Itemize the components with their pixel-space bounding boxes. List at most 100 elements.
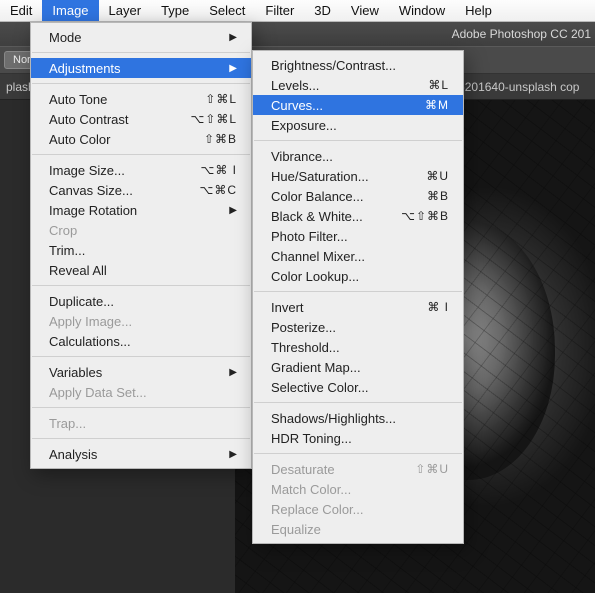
shortcut: ⌥⇧⌘B bbox=[401, 209, 449, 223]
adjust-menu-replace-color: Replace Color... bbox=[253, 499, 463, 519]
image-menu-canvas-size[interactable]: Canvas Size... ⌥⌘C bbox=[31, 180, 251, 200]
menu-item-label: Brightness/Contrast... bbox=[271, 58, 449, 73]
adjust-menu-threshold[interactable]: Threshold... bbox=[253, 337, 463, 357]
menu-item-label: Mode bbox=[49, 30, 207, 45]
chevron-right-icon: ▶ bbox=[229, 63, 237, 74]
shortcut: ⌘M bbox=[425, 98, 449, 112]
image-menu-reveal-all[interactable]: Reveal All bbox=[31, 260, 251, 280]
image-menu-image-size[interactable]: Image Size... ⌥⌘ I bbox=[31, 160, 251, 180]
menu-item-label: Posterize... bbox=[271, 320, 449, 335]
menu-item-label: Selective Color... bbox=[271, 380, 449, 395]
menu-item-label: Crop bbox=[49, 223, 237, 238]
adjust-menu-photo-filter[interactable]: Photo Filter... bbox=[253, 226, 463, 246]
image-menu: Mode ▶ Adjustments ▶ Auto Tone ⇧⌘L Auto Contra… bbox=[30, 22, 252, 469]
shortcut: ⌥⌘C bbox=[200, 183, 238, 197]
shortcut: ⌘ I bbox=[427, 300, 449, 314]
adjust-menu-vibrance[interactable]: Vibrance... bbox=[253, 146, 463, 166]
shortcut: ⌥⇧⌘L bbox=[190, 112, 237, 126]
image-menu-trim[interactable]: Trim... bbox=[31, 240, 251, 260]
image-menu-adjustments[interactable]: Adjustments ▶ bbox=[31, 58, 251, 78]
adjust-menu-curves[interactable]: Curves... ⌘M bbox=[253, 95, 463, 115]
menu-item-label: Calculations... bbox=[49, 334, 237, 349]
menu-item-label: Exposure... bbox=[271, 118, 449, 133]
menu-item-label: Equalize bbox=[271, 522, 449, 537]
menu-item-label: Image Size... bbox=[49, 163, 179, 178]
adjust-menu-shadows-highlights[interactable]: Shadows/Highlights... bbox=[253, 408, 463, 428]
doc-tab-right[interactable]: o-201640-unsplash cop bbox=[454, 80, 579, 94]
image-menu-crop: Crop bbox=[31, 220, 251, 240]
menu-item-label: Apply Image... bbox=[49, 314, 237, 329]
menu-layer[interactable]: Layer bbox=[99, 0, 152, 21]
menu-item-label: Color Balance... bbox=[271, 189, 405, 204]
menu-item-label: Reveal All bbox=[49, 263, 237, 278]
image-menu-duplicate[interactable]: Duplicate... bbox=[31, 291, 251, 311]
adjust-menu-gradient-map[interactable]: Gradient Map... bbox=[253, 357, 463, 377]
menu-view[interactable]: View bbox=[341, 0, 389, 21]
adjust-menu-invert[interactable]: Invert⌘ I bbox=[253, 297, 463, 317]
menu-item-label: Shadows/Highlights... bbox=[271, 411, 449, 426]
chevron-right-icon: ▶ bbox=[229, 32, 237, 43]
menu-item-label: Curves... bbox=[271, 98, 403, 113]
menu-item-label: Trim... bbox=[49, 243, 237, 258]
menu-image[interactable]: Image bbox=[42, 0, 98, 21]
image-menu-variables[interactable]: Variables ▶ bbox=[31, 362, 251, 382]
shortcut: ⌘B bbox=[427, 189, 449, 203]
adjust-menu-equalize: Equalize bbox=[253, 519, 463, 539]
shortcut: ⇧⌘L bbox=[205, 92, 237, 106]
image-menu-auto-tone[interactable]: Auto Tone ⇧⌘L bbox=[31, 89, 251, 109]
image-menu-calculations[interactable]: Calculations... bbox=[31, 331, 251, 351]
menu-item-label: Trap... bbox=[49, 416, 237, 431]
menu-window[interactable]: Window bbox=[389, 0, 455, 21]
menu-item-label: Replace Color... bbox=[271, 502, 449, 517]
menu-item-label: Auto Contrast bbox=[49, 112, 168, 127]
menu-3d[interactable]: 3D bbox=[304, 0, 341, 21]
menu-item-label: Vibrance... bbox=[271, 149, 449, 164]
shortcut: ⇧⌘U bbox=[415, 462, 449, 476]
menu-item-label: Auto Tone bbox=[49, 92, 183, 107]
image-menu-apply-data-set: Apply Data Set... bbox=[31, 382, 251, 402]
app-title: Adobe Photoshop CC 201 bbox=[452, 27, 591, 41]
adjust-menu-match-color: Match Color... bbox=[253, 479, 463, 499]
adjust-menu-channel-mixer[interactable]: Channel Mixer... bbox=[253, 246, 463, 266]
shortcut: ⌘U bbox=[426, 169, 449, 183]
menu-filter[interactable]: Filter bbox=[255, 0, 304, 21]
chevron-right-icon: ▶ bbox=[229, 449, 237, 460]
menu-item-label: Canvas Size... bbox=[49, 183, 178, 198]
adjust-menu-color-lookup[interactable]: Color Lookup... bbox=[253, 266, 463, 286]
shortcut: ⌥⌘ I bbox=[201, 163, 238, 177]
menu-select[interactable]: Select bbox=[199, 0, 255, 21]
adjust-menu-brightness-contrast[interactable]: Brightness/Contrast... bbox=[253, 55, 463, 75]
menu-type[interactable]: Type bbox=[151, 0, 199, 21]
menu-help[interactable]: Help bbox=[455, 0, 502, 21]
adjust-menu-color-balance[interactable]: Color Balance... ⌘B bbox=[253, 186, 463, 206]
menu-item-label: Variables bbox=[49, 365, 207, 380]
adjust-menu-levels[interactable]: Levels...⌘L bbox=[253, 75, 463, 95]
menu-item-label: Match Color... bbox=[271, 482, 449, 497]
menu-item-label: Channel Mixer... bbox=[271, 249, 449, 264]
chevron-right-icon: ▶ bbox=[229, 367, 237, 378]
menu-item-label: Auto Color bbox=[49, 132, 182, 147]
image-menu-apply-image: Apply Image... bbox=[31, 311, 251, 331]
adjust-menu-hdr-toning[interactable]: HDR Toning... bbox=[253, 428, 463, 448]
menu-item-label: Photo Filter... bbox=[271, 229, 449, 244]
adjust-menu-black-white[interactable]: Black & White...⌥⇧⌘B bbox=[253, 206, 463, 226]
image-menu-analysis[interactable]: Analysis ▶ bbox=[31, 444, 251, 464]
adjust-menu-hue-saturation[interactable]: Hue/Saturation...⌘U bbox=[253, 166, 463, 186]
menu-item-label: Analysis bbox=[49, 447, 207, 462]
image-menu-auto-color[interactable]: Auto Color ⇧⌘B bbox=[31, 129, 251, 149]
adjust-menu-desaturate: Desaturate⇧⌘U bbox=[253, 459, 463, 479]
image-menu-image-rotation[interactable]: Image Rotation ▶ bbox=[31, 200, 251, 220]
image-menu-auto-contrast[interactable]: Auto Contrast ⌥⇧⌘L bbox=[31, 109, 251, 129]
adjust-menu-posterize[interactable]: Posterize... bbox=[253, 317, 463, 337]
adjust-menu-exposure[interactable]: Exposure... bbox=[253, 115, 463, 135]
adjust-menu-selective-color[interactable]: Selective Color... bbox=[253, 377, 463, 397]
menu-item-label: Threshold... bbox=[271, 340, 449, 355]
menu-item-label: Image Rotation bbox=[49, 203, 207, 218]
menu-edit[interactable]: Edit bbox=[0, 0, 42, 21]
menu-item-label: Apply Data Set... bbox=[49, 385, 237, 400]
image-menu-mode[interactable]: Mode ▶ bbox=[31, 27, 251, 47]
menu-item-label: Adjustments bbox=[49, 61, 207, 76]
shortcut: ⇧⌘B bbox=[204, 132, 237, 146]
menubar: EditImageLayerTypeSelectFilter3DViewWind… bbox=[0, 0, 595, 22]
chevron-right-icon: ▶ bbox=[229, 205, 237, 216]
